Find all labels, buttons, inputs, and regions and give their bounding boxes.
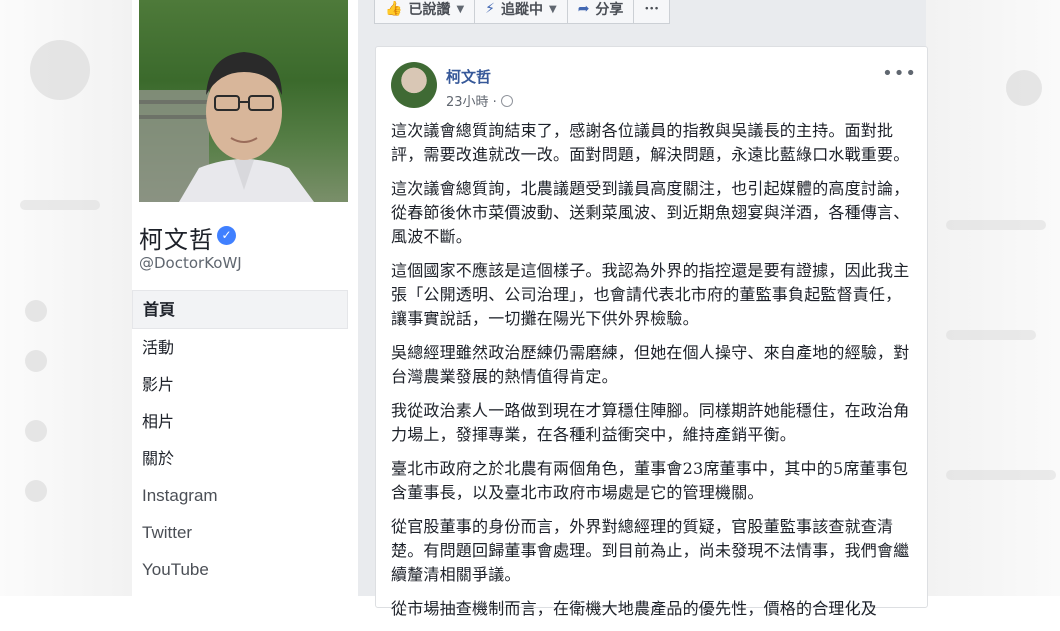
post-body: 這次議會總質詢結束了，感謝各位議員的指教與吳議長的主持。面對批評，需要改進就改一…: [391, 119, 915, 631]
post-timestamp[interactable]: 23小時 ·: [446, 95, 497, 110]
thumbs-up-icon: 👍: [385, 1, 403, 17]
more-actions-label: ···: [644, 1, 660, 17]
nav-item-home[interactable]: 首頁: [132, 290, 348, 329]
post-author[interactable]: 柯文哲: [446, 66, 491, 87]
post-paragraph: 這次議會總質詢結束了，感謝各位議員的指教與吳議長的主持。面對批評，需要改進就改一…: [391, 121, 910, 164]
following-button[interactable]: ⚡ 追蹤中 ▼: [474, 0, 568, 24]
post-timestamp-row: 23小時 ·: [446, 91, 513, 110]
nav-item-about[interactable]: 關於: [132, 440, 348, 477]
author-avatar[interactable]: [391, 62, 437, 108]
page-action-bar: 👍 已說讚 ▼ ⚡ 追蹤中 ▼ ➦ 分享 ···: [374, 0, 671, 24]
post-paragraph: 吳總經理雖然政治歷練仍需磨練，但她在個人操守、來自產地的經驗，對台灣農業發展的熱…: [391, 343, 910, 386]
page-name[interactable]: 柯文哲: [139, 220, 214, 255]
share-label: 分享: [595, 2, 624, 18]
following-label: 追蹤中: [500, 2, 543, 18]
rss-icon: ⚡: [485, 1, 495, 17]
post-paragraph: 臺北市政府之於北農有兩個角色，董事會23席董事中，其中的5席董事包含董事長，以及…: [391, 459, 909, 502]
more-icon[interactable]: •••: [882, 63, 917, 84]
chevron-down-icon: ▼: [548, 3, 557, 15]
share-arrow-icon: ➦: [577, 1, 590, 17]
nav-item-events[interactable]: 活動: [132, 329, 348, 366]
page-handle[interactable]: @DoctorKoWJ: [139, 254, 242, 272]
post-paragraph: 從市場抽查機制而言，在衛機大地農產品的優先性，價格的合理化及: [391, 599, 878, 618]
profile-photo[interactable]: [139, 0, 348, 202]
page-nav: 首頁 活動 影片 相片 關於 Instagram Twitter YouTube: [132, 290, 348, 588]
blurred-background-right: [926, 0, 1060, 596]
blurred-background-left: [0, 0, 132, 596]
chevron-down-icon: ▼: [456, 3, 465, 15]
nav-item-twitter[interactable]: Twitter: [132, 514, 348, 551]
nav-item-videos[interactable]: 影片: [132, 366, 348, 403]
post-paragraph: 從官股董事的身份而言，外界對總經理的質疑，官股董監事該查就查清楚。有問題回歸董事…: [391, 517, 910, 584]
profile-sidebar: 柯文哲 ✓ @DoctorKoWJ 首頁 活動 影片 相片 關於 Instagr…: [132, 0, 358, 596]
liked-button[interactable]: 👍 已說讚 ▼: [374, 0, 476, 24]
more-actions-button[interactable]: ···: [633, 0, 671, 24]
verified-icon: ✓: [217, 226, 236, 245]
nav-item-instagram[interactable]: Instagram: [132, 477, 348, 514]
nav-item-youtube[interactable]: YouTube: [132, 551, 348, 588]
globe-icon: [500, 95, 513, 107]
nav-item-photos[interactable]: 相片: [132, 403, 348, 440]
post-paragraph: 我從政治素人一路做到現在才算穩住陣腳。同樣期許她能穩住，在政治角力場上，發揮專業…: [391, 401, 910, 444]
post-paragraph: 這個國家不應該是這個樣子。我認為外界的指控還是要有證據，因此我主張「公開透明、公…: [391, 261, 910, 328]
post-paragraph: 這次議會總質詢，北農議題受到議員高度關注，也引起媒體的高度討論，從春節後休市菜價…: [391, 179, 910, 246]
liked-label: 已說讚: [408, 2, 451, 18]
share-button[interactable]: ➦ 分享: [566, 0, 635, 24]
timeline-feed: 👍 已說讚 ▼ ⚡ 追蹤中 ▼ ➦ 分享 ··· 柯文哲 23小時 · ••• …: [358, 0, 928, 618]
post-card: 柯文哲 23小時 · ••• 這次議會總質詢結束了，感謝各位議員的指教與吳議長的…: [375, 46, 928, 618]
